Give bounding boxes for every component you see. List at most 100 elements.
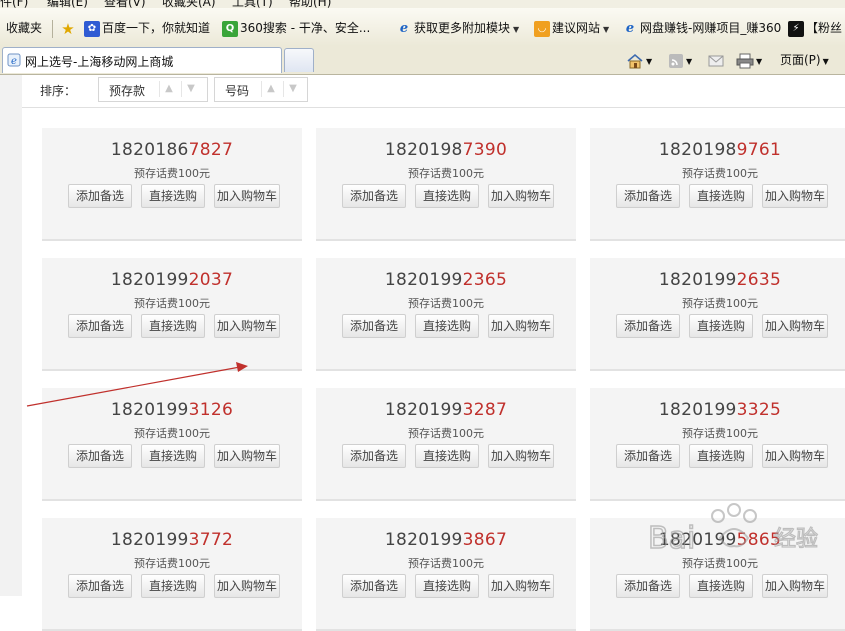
add-cart-button[interactable]: 加入购物车	[762, 444, 828, 468]
add-cart-button[interactable]: 加入购物车	[214, 314, 280, 338]
page-viewport: 排序： 预存款 ▲ ▼ 号码 ▲ ▼ 18201867827 预存话费100元 添加…	[0, 75, 845, 631]
add-cart-button[interactable]: 加入购物车	[214, 184, 280, 208]
favorites-separator	[52, 20, 53, 38]
deposit-fee: 预存话费100元	[134, 167, 210, 180]
number-card: 18201993772 预存话费100元 添加备选 直接选购 加入购物车	[42, 518, 302, 631]
add-favorite-button[interactable]: 添加备选	[616, 574, 680, 598]
buy-direct-button[interactable]: 直接选购	[141, 314, 205, 338]
buy-direct-button[interactable]: 直接选购	[141, 184, 205, 208]
number-card: 18201993867 预存话费100元 添加备选 直接选购 加入购物车	[316, 518, 576, 631]
buy-direct-button[interactable]: 直接选购	[689, 574, 753, 598]
add-favorite-button[interactable]: 添加备选	[342, 314, 406, 338]
menu-view[interactable]: 查看(V)	[104, 0, 146, 8]
mail-icon	[708, 55, 724, 66]
add-favorite-star[interactable]: ★	[60, 19, 78, 38]
add-cart-button[interactable]: 加入购物车	[762, 184, 828, 208]
number-highlight: 7827	[188, 140, 234, 160]
buy-direct-button[interactable]: 直接选购	[689, 314, 753, 338]
menu-favorites[interactable]: 收藏夹(A)	[162, 0, 216, 8]
menu-tools[interactable]: 工具(T)	[232, 0, 273, 8]
fav-item-360[interactable]: Q 360搜索 - 干净、安全...	[222, 20, 370, 37]
number-card: 18201993287 预存话费100元 添加备选 直接选购 加入购物车	[316, 388, 576, 501]
number-highlight: 3287	[462, 400, 508, 420]
add-cart-button[interactable]: 加入购物车	[762, 574, 828, 598]
buy-direct-button[interactable]: 直接选购	[141, 574, 205, 598]
sort-by-number[interactable]: 号码 ▲ ▼	[214, 77, 308, 102]
buy-direct-button[interactable]: 直接选购	[415, 574, 479, 598]
add-favorite-button[interactable]: 添加备选	[616, 184, 680, 208]
add-favorite-button[interactable]: 添加备选	[68, 574, 132, 598]
sort-asc-icon[interactable]: ▲	[261, 81, 280, 97]
sort-desc-icon[interactable]: ▼	[181, 81, 200, 97]
phone-number: 18201992365	[316, 270, 576, 290]
add-favorite-button[interactable]: 添加备选	[68, 184, 132, 208]
fav-item-addons[interactable]: e 获取更多附加模块 ▼	[396, 20, 519, 36]
add-favorite-button[interactable]: 添加备选	[342, 574, 406, 598]
phone-number: 18201993126	[42, 400, 302, 420]
new-tab-button[interactable]	[284, 48, 314, 72]
number-prefix: 1820199	[384, 530, 463, 550]
buy-direct-button[interactable]: 直接选购	[415, 444, 479, 468]
sort-asc-icon[interactable]: ▲	[159, 81, 178, 97]
phone-number: 18201993867	[316, 530, 576, 550]
menu-edit[interactable]: 编辑(E)	[47, 0, 88, 8]
number-highlight: 3867	[462, 530, 508, 550]
menu-help[interactable]: 帮助(H)	[289, 0, 331, 8]
number-prefix: 1820186	[110, 140, 189, 160]
phone-number: 18201995865	[590, 530, 845, 550]
fav-item-wangpan[interactable]: e 网盘赚钱-网赚项目_赚360	[622, 20, 781, 36]
sort-by-deposit[interactable]: 预存款 ▲ ▼	[98, 77, 208, 102]
360-search-icon: Q	[222, 20, 238, 37]
number-highlight: 2635	[736, 270, 782, 290]
number-highlight: 5865	[736, 530, 782, 550]
add-favorite-button[interactable]: 添加备选	[616, 444, 680, 468]
svg-text:e: e	[11, 56, 17, 67]
buy-direct-button[interactable]: 直接选购	[415, 314, 479, 338]
phone-number: 18201989761	[590, 140, 845, 160]
buy-direct-button[interactable]: 直接选购	[689, 184, 753, 208]
dropdown-arrow-icon: ▼	[646, 57, 653, 66]
dropdown-arrow-icon: ▼	[603, 25, 610, 34]
fav-item-suggested[interactable]: ◡ 建议网站 ▼	[534, 20, 610, 37]
add-cart-button[interactable]: 加入购物车	[762, 314, 828, 338]
number-card: 18201993126 预存话费100元 添加备选 直接选购 加入购物车	[42, 388, 302, 501]
add-favorite-button[interactable]: 添加备选	[342, 444, 406, 468]
feeds-button[interactable]: ▼	[668, 50, 692, 70]
add-favorite-button[interactable]: 添加备选	[616, 314, 680, 338]
add-favorite-button[interactable]: 添加备选	[342, 184, 406, 208]
add-cart-button[interactable]: 加入购物车	[214, 444, 280, 468]
number-grid: 18201867827 预存话费100元 添加备选 直接选购 加入购物车 18201987…	[22, 108, 845, 631]
fav-item-fans[interactable]: ⚡ 【粉丝	[788, 20, 842, 37]
star-plus-icon: ★	[61, 19, 75, 38]
buy-direct-button[interactable]: 直接选购	[141, 444, 205, 468]
add-cart-button[interactable]: 加入购物车	[214, 574, 280, 598]
number-card: 18201989761 预存话费100元 添加备选 直接选购 加入购物车	[590, 128, 845, 241]
deposit-fee: 预存话费100元	[408, 167, 484, 180]
fav-item-baidu[interactable]: ✿ 百度一下，你就知道	[84, 20, 210, 37]
phone-number: 18201993772	[42, 530, 302, 550]
deposit-fee: 预存话费100元	[682, 557, 758, 570]
home-button[interactable]: ▼	[626, 50, 652, 70]
number-prefix: 1820199	[384, 270, 463, 290]
deposit-fee: 预存话费100元	[134, 557, 210, 570]
print-button[interactable]: ▼	[736, 50, 762, 70]
menu-file[interactable]: 件(F)	[0, 0, 28, 8]
number-card: 18201867827 预存话费100元 添加备选 直接选购 加入购物车	[42, 128, 302, 241]
buy-direct-button[interactable]: 直接选购	[689, 444, 753, 468]
favorites-label[interactable]: 收藏夹	[6, 20, 42, 36]
sort-desc-icon[interactable]: ▼	[283, 81, 302, 97]
buy-direct-button[interactable]: 直接选购	[415, 184, 479, 208]
add-favorite-button[interactable]: 添加备选	[68, 314, 132, 338]
mail-button[interactable]	[708, 50, 724, 70]
add-cart-button[interactable]: 加入购物车	[488, 184, 554, 208]
add-cart-button[interactable]: 加入购物车	[488, 444, 554, 468]
phone-number: 18201987390	[316, 140, 576, 160]
deposit-fee: 预存话费100元	[408, 297, 484, 310]
page-menu[interactable]: 页面(P) ▼	[780, 50, 829, 70]
ie-icon: e	[399, 20, 409, 36]
add-cart-button[interactable]: 加入购物车	[488, 314, 554, 338]
add-favorite-button[interactable]: 添加备选	[68, 444, 132, 468]
add-cart-button[interactable]: 加入购物车	[488, 574, 554, 598]
tab-active[interactable]: e 网上选号-上海移动网上商城	[2, 47, 282, 73]
home-icon	[627, 53, 643, 68]
